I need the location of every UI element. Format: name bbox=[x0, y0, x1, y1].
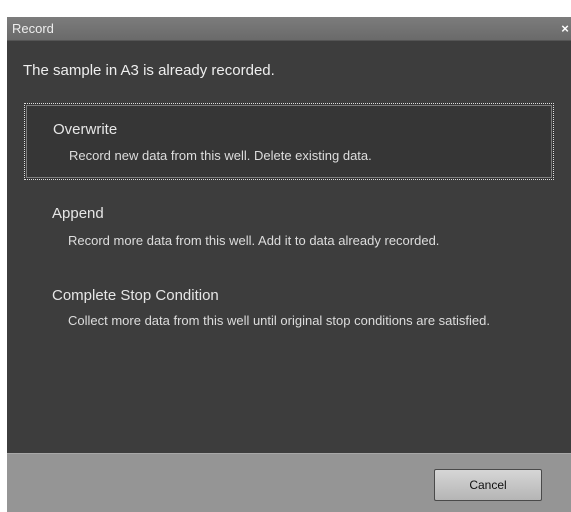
option-append-title: Append bbox=[52, 205, 104, 222]
option-overwrite[interactable]: Overwrite Record new data from this well… bbox=[24, 103, 554, 180]
option-append-description: Record more data from this well. Add it … bbox=[68, 233, 440, 248]
record-dialog: Record × The sample in A3 is already rec… bbox=[7, 17, 571, 512]
option-overwrite-description: Record new data from this well. Delete e… bbox=[69, 148, 372, 163]
cancel-button[interactable]: Cancel bbox=[434, 469, 542, 501]
dialog-title: Record bbox=[12, 21, 54, 36]
close-icon[interactable]: × bbox=[559, 17, 571, 40]
option-append[interactable]: Append Record more data from this well. … bbox=[24, 193, 554, 263]
option-complete-stop-condition-description: Collect more data from this well until o… bbox=[68, 313, 490, 328]
status-message: The sample in A3 is already recorded. bbox=[23, 62, 275, 79]
dialog-footer: Cancel bbox=[7, 453, 571, 512]
option-complete-stop-condition-title: Complete Stop Condition bbox=[52, 287, 219, 304]
option-complete-stop-condition[interactable]: Complete Stop Condition Collect more dat… bbox=[24, 275, 554, 359]
option-overwrite-title: Overwrite bbox=[53, 121, 118, 138]
title-bar: Record × bbox=[7, 17, 571, 41]
